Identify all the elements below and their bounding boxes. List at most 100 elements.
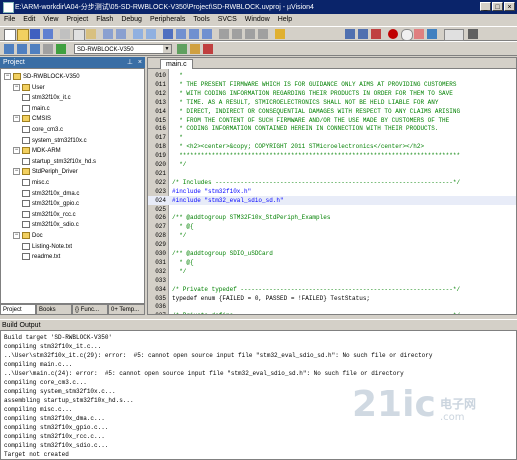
maximize-button[interactable]: □ xyxy=(492,2,503,11)
tree-folder[interactable]: − Doc xyxy=(13,231,43,241)
menu-item-project[interactable]: Project xyxy=(62,14,92,26)
view-select-icon[interactable] xyxy=(444,29,464,41)
disable-breakpoint-icon[interactable] xyxy=(401,29,413,41)
tree-file[interactable]: stm32f10x_gpio.c xyxy=(22,199,79,209)
panel-close-icon[interactable]: × xyxy=(138,57,142,68)
tree-folder[interactable]: − SD-RWBLOCK-V350 xyxy=(4,72,80,82)
tree-file[interactable]: main.c xyxy=(22,104,50,114)
find-icon[interactable] xyxy=(345,29,355,39)
redo-icon[interactable] xyxy=(116,29,126,39)
save-all-icon[interactable] xyxy=(43,29,53,39)
debug-session-icon[interactable] xyxy=(371,29,381,39)
project-tab-2[interactable]: {} Func... xyxy=(72,304,108,315)
project-tab-0[interactable]: Project xyxy=(0,304,36,315)
collapse-icon[interactable]: − xyxy=(13,147,20,155)
code-line[interactable]: 019 ************************************… xyxy=(148,151,516,160)
project-tab-3[interactable]: 0+ Temp... xyxy=(108,304,145,315)
bookmark-icon[interactable] xyxy=(163,29,173,39)
collapse-icon[interactable]: − xyxy=(13,168,20,176)
indent-icon[interactable] xyxy=(219,29,229,39)
code-line[interactable]: 030 /** @addtogroup SDIO_uSDCard xyxy=(148,249,516,258)
tree-folder[interactable]: − StdPeriph_Driver xyxy=(13,167,78,177)
code-line[interactable]: 010 * xyxy=(148,71,516,80)
collapse-icon[interactable]: − xyxy=(13,83,20,91)
code-line[interactable]: 015 * FROM THE CONTENT OF SUCH FIRMWARE … xyxy=(148,116,516,125)
menu-item-file[interactable]: File xyxy=(0,14,19,26)
code-line[interactable]: 033 xyxy=(148,276,516,285)
tree-file[interactable]: stm32f10x_rcc.c xyxy=(22,210,76,220)
menu-item-debug[interactable]: Debug xyxy=(117,14,146,26)
tree-file[interactable]: core_cm3.c xyxy=(22,125,63,135)
collapse-icon[interactable]: − xyxy=(13,115,20,123)
code-line[interactable]: 037 /* Private define -------------------… xyxy=(148,311,516,314)
code-line[interactable]: 016 * CODING INFORMATION CONTAINED HEREI… xyxy=(148,124,516,133)
code-line[interactable]: 026 /** @addtogroup STM32F10x_StdPeriph_E… xyxy=(148,213,516,222)
menu-item-flash[interactable]: Flash xyxy=(92,14,117,26)
code-line[interactable]: 018 * <h2><center>&copy; COPYRIGHT 2011 … xyxy=(148,142,516,151)
tree-file[interactable]: startup_stm32f10x_hd.s xyxy=(22,157,96,167)
code-line[interactable]: 020 */ xyxy=(148,160,516,169)
tree-file[interactable]: misc.c xyxy=(22,178,49,188)
tree-folder[interactable]: − MDK-ARM xyxy=(13,146,61,156)
code-line[interactable]: 027 * @{ xyxy=(148,222,516,231)
code-line[interactable]: 012 * WITH CODING INFORMATION REGARDING … xyxy=(148,89,516,98)
tree-file[interactable]: stm32f10x_dma.c xyxy=(22,189,79,199)
menu-item-tools[interactable]: Tools xyxy=(189,14,213,26)
code-line[interactable]: 032 */ xyxy=(148,267,516,276)
code-line[interactable]: 036 xyxy=(148,302,516,311)
open-folder-icon[interactable] xyxy=(17,29,29,41)
unindent-icon[interactable] xyxy=(232,29,242,39)
stop-build-icon[interactable] xyxy=(43,44,53,54)
prev-bookmark-icon[interactable] xyxy=(176,29,186,39)
undo-icon[interactable] xyxy=(103,29,113,39)
find-in-files-icon[interactable] xyxy=(275,29,285,39)
code-line[interactable]: 028 */ xyxy=(148,231,516,240)
menu-item-edit[interactable]: Edit xyxy=(19,14,39,26)
insert-breakpoint-icon[interactable] xyxy=(388,29,398,39)
select-packs-icon[interactable] xyxy=(203,44,213,54)
build-icon[interactable] xyxy=(17,44,27,54)
tree-file[interactable]: readme.txt xyxy=(22,252,60,262)
code-line[interactable]: 013 * TIME. AS A RESULT, STMICROELECTRON… xyxy=(148,98,516,107)
code-line[interactable]: 034 /* Private typedef ------------------… xyxy=(148,285,516,294)
tree-file[interactable]: system_stm32f10x.c xyxy=(22,136,87,146)
tree-folder[interactable]: − User xyxy=(13,83,45,93)
code-line[interactable]: 035 typedef enum {FAILED = 0, PASSED = !F… xyxy=(148,294,516,303)
tools-icon[interactable] xyxy=(468,29,478,39)
code-line[interactable]: 021 xyxy=(148,169,516,178)
collapse-icon[interactable]: − xyxy=(13,231,20,239)
target-options-icon[interactable] xyxy=(177,44,187,54)
code-line[interactable]: 029 xyxy=(148,240,516,249)
rebuild-icon[interactable] xyxy=(30,44,40,54)
cut-icon[interactable] xyxy=(60,29,70,39)
uncomment-icon[interactable] xyxy=(258,29,268,39)
tree-folder[interactable]: − CMSIS xyxy=(13,114,51,124)
menu-item-help[interactable]: Help xyxy=(274,14,296,26)
translate-icon[interactable] xyxy=(4,44,14,54)
kill-breakpoints-icon[interactable] xyxy=(414,29,424,39)
menu-item-view[interactable]: View xyxy=(39,14,62,26)
tree-file[interactable]: Listing-Note.txt xyxy=(22,242,72,252)
close-button[interactable]: × xyxy=(504,2,515,11)
clear-bookmarks-icon[interactable] xyxy=(202,29,212,39)
window-config-icon[interactable] xyxy=(427,29,437,39)
code-line[interactable]: 022 /* Includes -------------------------… xyxy=(148,178,516,187)
new-file-icon[interactable] xyxy=(4,29,16,41)
incremental-find-icon[interactable] xyxy=(358,29,368,39)
manage-components-icon[interactable] xyxy=(190,44,200,54)
nav-forward-icon[interactable] xyxy=(146,29,156,39)
code-line[interactable]: 023 #include "stm32f10x.h" xyxy=(148,187,516,196)
menu-item-window[interactable]: Window xyxy=(241,14,274,26)
project-tab-1[interactable]: Books xyxy=(36,304,72,315)
save-icon[interactable] xyxy=(30,29,40,39)
paste-icon[interactable] xyxy=(86,29,96,39)
code-line[interactable]: 017 * xyxy=(148,133,516,142)
menu-item-peripherals[interactable]: Peripherals xyxy=(146,14,189,26)
menu-item-svcs[interactable]: SVCS xyxy=(214,14,241,26)
collapse-icon[interactable]: − xyxy=(4,72,11,80)
tree-file[interactable]: stm32f10x_sdio.c xyxy=(22,220,79,230)
code-line[interactable]: 011 * THE PRESENT FIRMWARE WHICH IS FOR … xyxy=(148,80,516,89)
next-bookmark-icon[interactable] xyxy=(189,29,199,39)
tab-main-c[interactable]: main.c xyxy=(160,59,193,69)
minimize-button[interactable]: _ xyxy=(480,2,491,11)
